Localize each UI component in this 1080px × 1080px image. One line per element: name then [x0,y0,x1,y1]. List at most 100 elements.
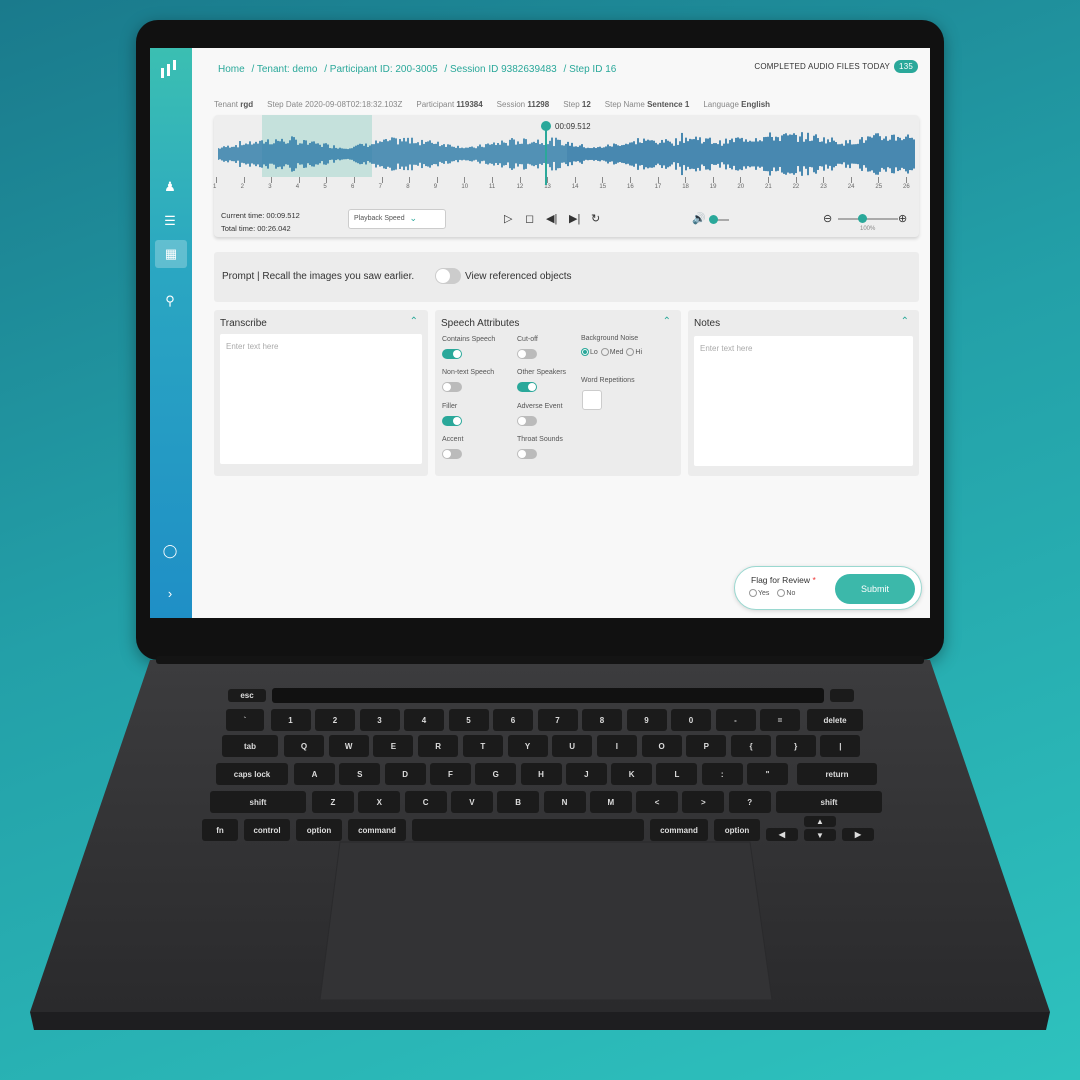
key-letter[interactable]: < [636,791,679,813]
key-letter[interactable]: | [820,735,861,757]
key-letter[interactable]: G [475,763,517,785]
key-letter[interactable]: ? [728,791,771,813]
key-number[interactable]: = [760,709,800,731]
filler-toggle[interactable] [442,416,462,426]
waveform[interactable] [218,129,916,179]
key-letter[interactable]: Q [284,735,324,757]
zoom-slider[interactable] [858,214,867,223]
stop-icon[interactable]: ◻ [525,212,534,225]
loop-icon[interactable]: ↻ [591,212,600,225]
expand-chevron-icon[interactable]: › [161,585,179,603]
contains-speech-toggle[interactable] [442,349,462,359]
key-option[interactable]: option [296,819,342,841]
key-letter[interactable]: R [418,735,459,757]
key-number[interactable]: 0 [671,709,711,731]
volume-icon[interactable]: 🔊 [692,212,706,225]
key-space[interactable] [412,819,644,841]
key-letter[interactable]: Z [312,791,354,813]
breadcrumb-tenant[interactable]: / Tenant: demo [251,64,317,75]
search-icon[interactable]: ⚲ [161,292,179,310]
key-letter[interactable]: N [543,791,586,813]
key-power[interactable] [830,689,854,702]
word-repetitions-input[interactable] [582,390,602,410]
user-profile-icon[interactable]: ◯ [161,542,179,560]
collapse-chevron-icon[interactable]: ⌃ [410,316,418,327]
key-number[interactable]: 6 [493,709,533,731]
key-left[interactable]: ◀ [766,828,798,841]
key-letter[interactable]: M [589,791,632,813]
key-caps-lock[interactable]: caps lock [216,763,288,785]
volume-slider[interactable] [709,215,718,224]
key-letter[interactable]: I [596,735,637,757]
key-letter[interactable]: J [565,763,607,785]
key-option[interactable]: option [714,819,760,841]
accent-toggle[interactable] [442,449,462,459]
transcribe-textarea[interactable]: Enter text here [220,334,422,464]
key-esc[interactable]: esc [228,689,266,702]
submit-button[interactable]: Submit [835,574,915,604]
adverse-event-toggle[interactable] [517,416,537,426]
key-letter[interactable]: W [328,735,369,757]
key-number[interactable]: 8 [582,709,622,731]
skip-back-icon[interactable]: ◀​| [546,212,557,225]
key-command[interactable]: command [650,819,708,841]
touch-bar[interactable] [272,688,824,703]
throat-sounds-toggle[interactable] [517,449,537,459]
key-fn[interactable]: fn [202,819,238,841]
view-referenced-toggle[interactable] [435,268,461,284]
collapse-chevron-icon[interactable]: ⌃ [901,316,909,327]
flag-yes-radio[interactable]: Yes [749,589,769,597]
key-number[interactable]: 1 [270,709,311,731]
key-letter[interactable]: F [429,763,471,785]
key-letter[interactable]: E [373,735,414,757]
key-shift-right[interactable]: shift [776,791,882,813]
key-up[interactable]: ▲ [804,816,836,827]
participant-check-icon[interactable]: ♟ [161,178,179,196]
noise-med-radio[interactable]: Med [600,348,623,356]
key-control[interactable]: control [244,819,290,841]
key-letter[interactable]: { [731,735,771,757]
key-letter[interactable]: L [656,763,698,785]
key-shift-left[interactable]: shift [210,791,306,813]
noise-lo-radio[interactable]: Lo [581,348,598,356]
zoom-track[interactable] [838,218,898,220]
key-letter[interactable]: X [358,791,401,813]
key-number[interactable]: - [715,709,756,731]
key-letter[interactable]: A [294,763,335,785]
key-letter[interactable]: " [747,763,788,785]
non-text-speech-toggle[interactable] [442,382,462,392]
audio-file-icon[interactable]: ▦ [155,240,187,268]
key-letter[interactable]: P [686,735,727,757]
play-icon[interactable]: ▷ [504,212,512,225]
breadcrumb-home[interactable]: Home [218,64,245,75]
key-letter[interactable]: O [641,735,682,757]
key-grave[interactable]: ` [226,709,264,731]
breadcrumb-step[interactable]: / Step ID 16 [564,64,617,75]
key-return[interactable]: return [797,763,877,785]
key-delete[interactable]: delete [807,709,863,731]
flag-no-radio[interactable]: No [777,589,795,597]
key-letter[interactable]: S [339,763,381,785]
playback-speed-select[interactable]: Playback Speed ⌄ [348,209,446,229]
notes-textarea[interactable]: Enter text here [694,336,913,466]
key-number[interactable]: 2 [315,709,355,731]
key-letter[interactable]: B [497,791,540,813]
key-tab[interactable]: tab [222,735,278,757]
playhead-handle[interactable] [541,121,551,131]
zoom-in-icon[interactable]: ⊕ [898,212,907,225]
key-letter[interactable]: K [611,763,653,785]
collapse-chevron-icon[interactable]: ⌃ [663,316,671,327]
key-letter[interactable]: U [552,735,593,757]
skip-forward-icon[interactable]: ▶| [569,212,580,225]
zoom-out-icon[interactable]: ⊖ [823,212,832,225]
key-number[interactable]: 5 [448,709,489,731]
key-letter[interactable]: > [682,791,725,813]
key-right[interactable]: ▶ [842,828,874,841]
key-letter[interactable]: D [384,763,426,785]
key-number[interactable]: 7 [537,709,578,731]
breadcrumb-session[interactable]: / Session ID 9382639483 [444,64,556,75]
cut-off-toggle[interactable] [517,349,537,359]
key-letter[interactable]: : [701,763,743,785]
key-letter[interactable]: Y [507,735,548,757]
key-down[interactable]: ▼ [804,829,836,841]
